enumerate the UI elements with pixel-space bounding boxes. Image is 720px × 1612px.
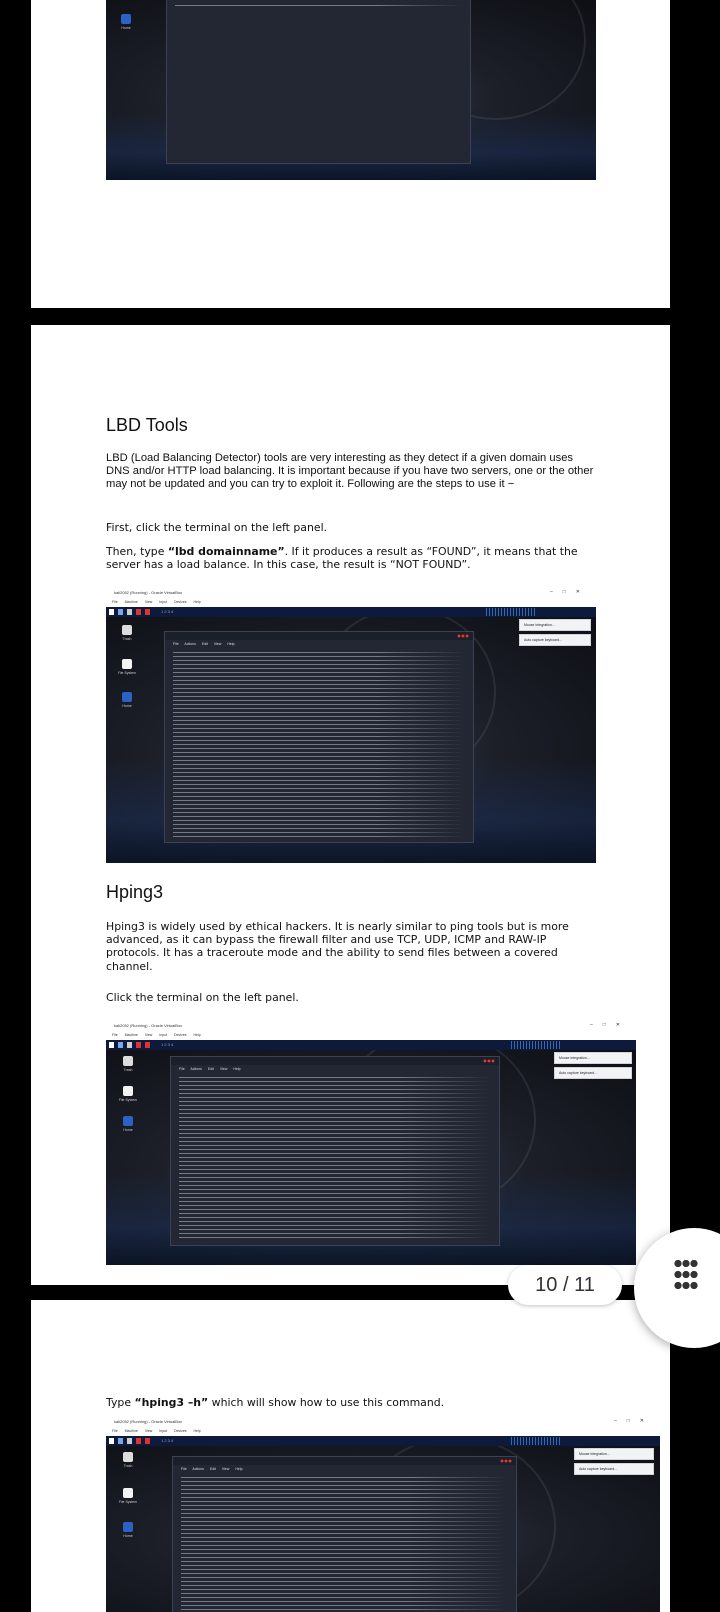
page-indicator: 10 / 11 [508,1265,622,1305]
trash-icon [123,1452,133,1462]
command-text: “lbd domainname” [167,545,285,558]
kali-screenshot: Home [106,0,596,180]
vbox-titlebar: kali2052 (Running) - Oracle VirtualBox –□… [106,587,596,598]
vbox-titlebar: kali2052 (Running) - Oracle VirtualBox –□… [106,1020,636,1031]
filesystem-icon [123,1488,133,1498]
hping-help-screenshot: kali2052 (Running) - Oracle VirtualBox –□… [106,1416,660,1612]
vbox-titlebar: kali2052 (Running) - Oracle VirtualBox –□… [106,1416,660,1427]
paragraph: Type “hping3 –h” which will show how to … [106,1396,445,1409]
home-icon [122,692,132,702]
pdf-page: Type “hping3 –h” which will show how to … [31,1300,670,1612]
desktop-icon-label: Home [121,26,131,30]
home-icon [123,1116,133,1126]
kali-top-panel: 1 2 3 4 [106,607,596,617]
home-icon [123,1522,133,1532]
kali-top-panel: 1 2 3 4 [106,1040,636,1050]
paragraph: LBD (Load Balancing Detector) tools are … [106,452,594,491]
pdf-page: Home [31,0,670,308]
terminal-window [166,0,471,164]
pdf-page: LBD Tools LBD (Load Balancing Detector) … [31,325,670,1285]
terminal-window: File Actions Edit View Help [172,1456,517,1612]
grid-dots-icon [674,1258,698,1290]
trash-icon [123,1056,133,1066]
filesystem-icon [122,659,132,669]
terminal-window: File Actions Edit View Help [170,1056,500,1246]
hping-screenshot: kali2052 (Running) - Oracle VirtualBox –□… [106,1020,636,1265]
paragraph: Hping3 is widely used by ethical hackers… [106,920,569,973]
notification-card: Auto capture keyboard... [554,1067,632,1079]
notification-card: Auto capture keyboard... [519,634,591,646]
section-title: LBD Tools [106,415,188,435]
vbox-menubar: File Machine View Input Devices Help [106,598,596,607]
filesystem-icon [123,1086,133,1096]
lbd-screenshot: kali2052 (Running) - Oracle VirtualBox –□… [106,587,596,863]
vbox-menubar: File Machine View Input Devices Help [106,1031,636,1040]
kali-top-panel: 1 2 3 4 [106,1436,660,1446]
notification-card: Mouse integration... [554,1052,632,1064]
trash-icon [122,625,132,635]
notification-card: Mouse integration... [519,619,591,631]
paragraph: First, click the terminal on the left pa… [106,521,328,534]
section-title: Hping3 [106,882,164,902]
notification-card: Auto capture keyboard... [574,1463,654,1475]
home-icon [121,14,131,24]
notification-card: Mouse integration... [574,1448,654,1460]
paragraph: Click the terminal on the left panel. [106,991,299,1004]
paragraph: Then, type “lbd domainname”. If it produ… [106,545,578,572]
vbox-menubar: File Machine View Input Devices Help [106,1427,660,1436]
terminal-window: File Actions Edit View Help [164,631,474,843]
command-text: “hping3 –h” [134,1396,209,1409]
